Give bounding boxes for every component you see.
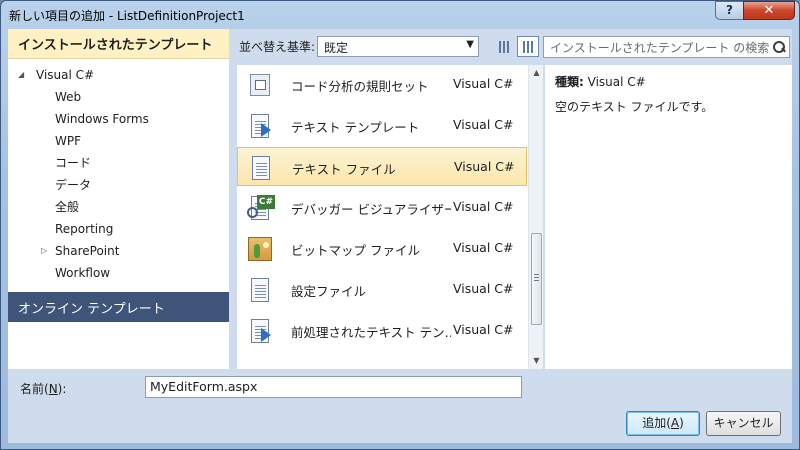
scroll-up-icon[interactable]: ▲: [529, 65, 544, 81]
tree-item-0[interactable]: ◢ Visual C#: [18, 65, 95, 85]
template-item[interactable]: 設定ファイル Visual C#: [237, 270, 527, 309]
sort-value: 既定: [324, 41, 349, 55]
medium-icons-view-button[interactable]: [493, 36, 515, 57]
tree-item-2[interactable]: Windows Forms: [55, 109, 149, 129]
close-button[interactable]: ✕: [743, 1, 795, 20]
template-description: 空のテキスト ファイルです。: [555, 100, 714, 114]
sort-dropdown[interactable]: 既定 ▼: [317, 36, 479, 57]
template-language: Visual C#: [453, 199, 514, 214]
ruleset-icon: [247, 72, 273, 98]
category-panel: インストールされたテンプレート ◢ Visual C# Web Windows For…: [8, 29, 229, 369]
name-label: 名前(N):: [20, 382, 67, 396]
tree-item-label: Workflow: [55, 266, 111, 280]
search-placeholder: インストールされたテンプレート の検索: [550, 41, 770, 55]
template-name: テキスト ファイル: [292, 162, 396, 177]
template-type-label: 種類:: [555, 75, 584, 89]
template-type-value: Visual C#: [587, 75, 646, 89]
tree-item-label: SharePoint: [55, 244, 120, 258]
template-item[interactable]: C# デバッガー ビジュアライザー Visual C#: [237, 188, 527, 227]
template-toolbar: 並べ替え基準: 既定 ▼ インストールされたテンプレート の検索: [229, 29, 792, 61]
tree-item-6[interactable]: 全般: [55, 197, 79, 217]
template-item[interactable]: テキスト テンプレート Visual C#: [237, 106, 527, 145]
installed-templates-header[interactable]: インストールされたテンプレート: [8, 29, 229, 59]
template-name: コード分析の規則セット: [291, 79, 429, 94]
template-item[interactable]: テキスト ファイル Visual C#: [237, 147, 527, 186]
settings-file-icon: [247, 277, 273, 303]
tree-expanded-icon[interactable]: ◢: [18, 65, 26, 85]
tree-collapsed-icon[interactable]: ▷: [41, 241, 49, 261]
scroll-down-icon[interactable]: ▼: [529, 353, 544, 369]
list-view-button[interactable]: [517, 36, 539, 57]
tree-item-7[interactable]: Reporting: [55, 219, 113, 239]
template-item[interactable]: 前処理されたテキスト テン… Visual C#: [237, 311, 527, 350]
dialog-client: インストールされたテンプレート ◢ Visual C# Web Windows For…: [8, 29, 792, 443]
template-name: 前処理されたテキスト テン…: [291, 325, 451, 340]
template-list-scrollbar[interactable]: ▲ ▼: [528, 65, 543, 369]
tree-item-label: データ: [55, 178, 92, 192]
name-input[interactable]: MyEditForm.aspx: [145, 376, 522, 398]
grid-view-icon: [499, 41, 510, 53]
tree-item-label: 全般: [55, 200, 80, 214]
template-name: デバッガー ビジュアライザー: [291, 202, 451, 217]
template-name: 設定ファイル: [291, 284, 367, 299]
window-title: 新しい項目の追加 - ListDefinitionProject1: [9, 9, 245, 23]
template-language: Visual C#: [453, 281, 514, 296]
debugger-visualizer-icon: C#: [247, 195, 275, 221]
name-row: 名前(N): MyEditForm.aspx: [8, 369, 792, 405]
template-search-input[interactable]: インストールされたテンプレート の検索: [543, 36, 790, 58]
scrollbar-thumb[interactable]: [531, 233, 542, 325]
sort-label: 並べ替え基準:: [239, 40, 316, 54]
left-panel-filler: [8, 322, 229, 369]
tree-item-label: Visual C#: [36, 68, 95, 82]
text-file-icon: [248, 155, 274, 181]
template-name: ビットマップ ファイル: [291, 243, 420, 258]
preprocessed-template-icon: [247, 318, 273, 344]
tree-item-label: Web: [55, 90, 82, 104]
template-language: Visual C#: [453, 322, 514, 337]
online-templates-header[interactable]: オンライン テンプレート: [8, 292, 229, 322]
tree-item-5[interactable]: データ: [55, 175, 91, 195]
help-button[interactable]: ?: [715, 1, 743, 20]
tree-item-label: コード: [55, 156, 92, 170]
template-item[interactable]: ビットマップ ファイル Visual C#: [237, 229, 527, 268]
template-language: Visual C#: [453, 117, 514, 132]
template-language: Visual C#: [453, 240, 514, 255]
tree-item-label: Windows Forms: [55, 112, 149, 126]
tree-item-3[interactable]: WPF: [55, 131, 81, 151]
tree-item-label: WPF: [55, 134, 82, 148]
tree-item-4[interactable]: コード: [55, 153, 91, 173]
template-name: テキスト テンプレート: [291, 120, 420, 135]
tree-item-8[interactable]: ▷ SharePoint: [41, 241, 120, 261]
tree-item-1[interactable]: Web: [55, 87, 81, 107]
tree-item-label: Reporting: [55, 222, 114, 236]
add-button[interactable]: 追加(A): [626, 411, 700, 436]
text-template-icon: [247, 113, 273, 139]
bitmap-icon: [247, 236, 273, 262]
title-bar[interactable]: 新しい項目の追加 - ListDefinitionProject1 ? ✕: [1, 1, 799, 29]
tree-item-9[interactable]: Workflow: [55, 263, 110, 283]
dialog-window: 新しい項目の追加 - ListDefinitionProject1 ? ✕ イン…: [0, 0, 800, 450]
chevron-down-icon: ▼: [466, 39, 474, 50]
template-language: Visual C#: [453, 76, 514, 91]
cancel-button[interactable]: キャンセル: [706, 411, 781, 436]
button-row: 追加(A) キャンセル: [8, 405, 792, 443]
template-details-panel: 種類: Visual C# 空のテキスト ファイルです。: [545, 65, 792, 369]
template-item[interactable]: コード分析の規則セット Visual C#: [237, 65, 527, 104]
search-icon[interactable]: [771, 39, 787, 55]
template-list: コード分析の規則セット Visual C# テキスト テンプレート Visual C#…: [237, 65, 543, 369]
list-view-icon: [523, 41, 534, 53]
template-type: 種類: Visual C#: [555, 73, 646, 90]
grip-icon: [534, 274, 539, 281]
template-language: Visual C#: [454, 159, 515, 174]
